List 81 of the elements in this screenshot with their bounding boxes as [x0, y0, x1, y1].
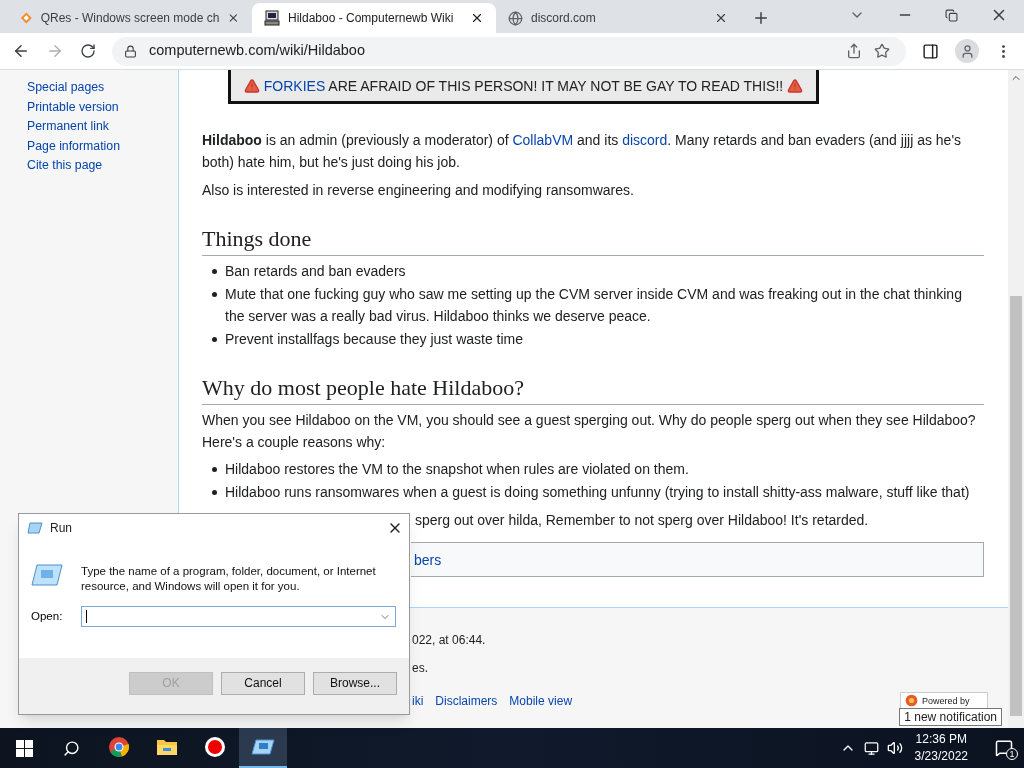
address-bar[interactable]: computernewb.com/wiki/Hildaboo — [112, 36, 906, 66]
network-icon[interactable] — [863, 740, 879, 756]
section-heading: Things done — [202, 225, 984, 256]
bullet-icon — [212, 292, 217, 297]
side-panel-icon[interactable] — [922, 42, 939, 60]
clock[interactable]: 12:36 PM 3/23/2022 — [914, 731, 968, 765]
scroll-thumb[interactable] — [1010, 296, 1022, 716]
paragraph: Also is interested in reverse engineering and modifying ransomwares. — [202, 181, 635, 200]
flower-icon — [905, 694, 918, 707]
list-item: Prevent installfags because they just waste time — [225, 330, 524, 349]
open-field[interactable] — [81, 606, 396, 627]
lock-icon — [124, 44, 137, 58]
sidebar-link[interactable]: Special pages — [27, 79, 105, 96]
bullet-icon — [212, 490, 217, 495]
paragraph: When you see Hildaboo on the VM, you should see a guest sperging out. Why do people sperg out when they see Hildaboo? Here's a couple reasons why: — [202, 411, 977, 452]
taskbar-app[interactable] — [239, 728, 287, 768]
notification-tooltip: 1 new notification — [899, 708, 1002, 726]
run-icon — [27, 522, 43, 534]
list-item: Hildaboo runs ransomwares when a guest is doing something unfunny (trying to install shitty-ass malware, stuff like that) — [225, 483, 970, 502]
record-icon — [204, 736, 226, 758]
close-icon[interactable] — [714, 11, 728, 25]
profile-avatar[interactable] — [955, 39, 979, 63]
notification-count: 1 — [1006, 748, 1018, 760]
windows-icon — [15, 739, 33, 757]
url-text: computernewb.com/wiki/Hildaboo — [149, 41, 366, 61]
footer-text: 022, at 06:44. — [412, 632, 487, 649]
dialog-button[interactable]: Cancel — [221, 671, 305, 695]
badge-text: Powered by — [922, 696, 970, 706]
volume-icon[interactable] — [886, 740, 903, 756]
text-link[interactable]: FORKIES — [263, 77, 326, 94]
run-icon — [251, 738, 275, 756]
bullet-icon — [212, 269, 217, 274]
text-link[interactable]: CollabVM — [512, 132, 574, 148]
sidebar-link[interactable]: Printable version — [27, 98, 119, 115]
list-item: Hildaboo restores the VM to the snapshot when rules are violated on them. — [225, 460, 689, 479]
bullet-icon — [212, 337, 217, 342]
warning-icon — [243, 77, 260, 94]
browser-tab[interactable]: QRes - Windows screen mode ch — [8, 3, 252, 33]
dialog-button[interactable]: Browse... — [313, 671, 397, 695]
footer-text: es. — [412, 660, 429, 677]
restore-icon[interactable] — [945, 9, 958, 22]
notification-icon — [995, 739, 1013, 757]
dialog-title: Run — [50, 520, 72, 537]
close-icon[interactable] — [470, 11, 484, 25]
footer-link[interactable]: Disclaimers — [435, 692, 498, 710]
diamond-icon — [20, 11, 33, 25]
category-link[interactable]: bers — [411, 548, 445, 571]
share-icon[interactable] — [846, 43, 862, 59]
back-icon[interactable] — [12, 42, 30, 60]
footer-link[interactable]: iki — [412, 692, 424, 710]
paragraph: Hildaboo is an admin (previously a moderator) of CollabVM and its discord. Many retards and ban evaders (and jjjj as he's both) hate him, but he's just doing his job. — [202, 131, 963, 172]
bullet-icon — [212, 467, 217, 472]
sidebar-link[interactable]: Permanent link — [27, 118, 110, 135]
sidebar-link[interactable]: Cite this page — [27, 157, 103, 174]
bookmark-icon[interactable] — [874, 43, 890, 59]
dialog-message: Type the name of a program, folder, document, or Internet resource, and Windows will open it for you. — [81, 564, 377, 594]
reload-icon[interactable] — [80, 43, 96, 59]
tab-title: Hildaboo - Computernewb Wiki — [288, 10, 455, 27]
chrome-icon — [108, 736, 130, 758]
warning-icon — [787, 77, 804, 94]
time-text: 12:36 PM — [915, 731, 967, 748]
globe-icon — [508, 10, 523, 26]
list-item: Ban retards and ban evaders — [225, 262, 406, 281]
field-label: Open: — [31, 608, 64, 624]
tab-title: discord.com — [531, 10, 597, 27]
paragraph: sperg out over hilda, Remember to not sperg over Hildaboo! It's retarded. — [415, 511, 870, 530]
search-icon[interactable] — [63, 739, 80, 757]
tab-title: QRes - Windows screen mode ch — [40, 10, 220, 27]
browser-tab[interactable]: Hildaboo - Computernewb Wiki — [252, 3, 496, 33]
footer-link[interactable]: Mobile view — [509, 692, 573, 710]
run-icon — [31, 564, 63, 586]
section-heading: Why do most people hate Hildaboo? — [202, 374, 984, 405]
banner-text: FORKIES ARE AFRAID OF THIS PERSON! IT MAY NOT BE GAY TO READ THIS!! — [263, 76, 784, 96]
browser-tab[interactable]: discord.com — [496, 3, 740, 33]
list-item: Mute that one fucking guy who saw me setting up the CVM server inside CVM and was freaking out in the chat thinking the server was a really bad virus. Hildaboo thinks we deserve peace. — [225, 285, 963, 326]
notification-button[interactable]: 1 — [984, 728, 1024, 768]
folder-icon — [156, 738, 178, 756]
new-tab-icon[interactable] — [752, 9, 770, 27]
computer-icon — [264, 10, 280, 26]
date-text: 3/23/2022 — [914, 748, 968, 765]
sidebar-link[interactable]: Page information — [27, 137, 120, 154]
